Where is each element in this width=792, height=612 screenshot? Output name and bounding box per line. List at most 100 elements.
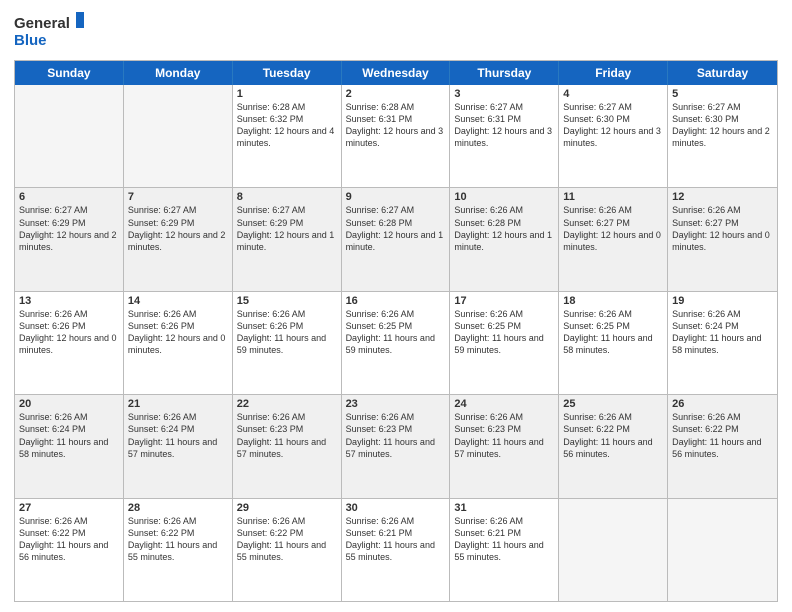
day-number: 21 [128, 398, 228, 410]
day-number: 14 [128, 295, 228, 307]
day-info: Sunrise: 6:27 AM Sunset: 6:30 PM Dayligh… [563, 101, 663, 150]
calendar-header-cell: Wednesday [342, 61, 451, 85]
day-info: Sunrise: 6:27 AM Sunset: 6:28 PM Dayligh… [346, 204, 446, 253]
calendar-cell: 6Sunrise: 6:27 AM Sunset: 6:29 PM Daylig… [15, 188, 124, 290]
calendar-cell: 5Sunrise: 6:27 AM Sunset: 6:30 PM Daylig… [668, 85, 777, 187]
day-info: Sunrise: 6:26 AM Sunset: 6:27 PM Dayligh… [563, 204, 663, 253]
calendar-cell: 18Sunrise: 6:26 AM Sunset: 6:25 PM Dayli… [559, 292, 668, 394]
day-number: 25 [563, 398, 663, 410]
day-info: Sunrise: 6:28 AM Sunset: 6:31 PM Dayligh… [346, 101, 446, 150]
day-number: 6 [19, 191, 119, 203]
day-info: Sunrise: 6:26 AM Sunset: 6:26 PM Dayligh… [237, 308, 337, 357]
day-number: 28 [128, 502, 228, 514]
calendar-cell: 14Sunrise: 6:26 AM Sunset: 6:26 PM Dayli… [124, 292, 233, 394]
calendar-cell: 19Sunrise: 6:26 AM Sunset: 6:24 PM Dayli… [668, 292, 777, 394]
svg-text:General: General [14, 15, 70, 32]
day-number: 8 [237, 191, 337, 203]
day-info: Sunrise: 6:27 AM Sunset: 6:31 PM Dayligh… [454, 101, 554, 150]
calendar-row: 6Sunrise: 6:27 AM Sunset: 6:29 PM Daylig… [15, 187, 777, 290]
calendar-cell [559, 499, 668, 601]
day-number: 7 [128, 191, 228, 203]
day-number: 4 [563, 88, 663, 100]
day-number: 24 [454, 398, 554, 410]
calendar-cell: 30Sunrise: 6:26 AM Sunset: 6:21 PM Dayli… [342, 499, 451, 601]
day-info: Sunrise: 6:26 AM Sunset: 6:25 PM Dayligh… [346, 308, 446, 357]
calendar-body: 1Sunrise: 6:28 AM Sunset: 6:32 PM Daylig… [15, 85, 777, 601]
day-number: 30 [346, 502, 446, 514]
day-number: 29 [237, 502, 337, 514]
day-info: Sunrise: 6:26 AM Sunset: 6:23 PM Dayligh… [346, 411, 446, 460]
calendar-cell: 15Sunrise: 6:26 AM Sunset: 6:26 PM Dayli… [233, 292, 342, 394]
calendar-header-cell: Friday [559, 61, 668, 85]
day-number: 16 [346, 295, 446, 307]
day-number: 31 [454, 502, 554, 514]
day-number: 5 [672, 88, 773, 100]
day-info: Sunrise: 6:26 AM Sunset: 6:24 PM Dayligh… [128, 411, 228, 460]
calendar-cell: 1Sunrise: 6:28 AM Sunset: 6:32 PM Daylig… [233, 85, 342, 187]
day-info: Sunrise: 6:26 AM Sunset: 6:22 PM Dayligh… [672, 411, 773, 460]
day-number: 27 [19, 502, 119, 514]
day-number: 17 [454, 295, 554, 307]
calendar-cell: 21Sunrise: 6:26 AM Sunset: 6:24 PM Dayli… [124, 395, 233, 497]
calendar-cell: 20Sunrise: 6:26 AM Sunset: 6:24 PM Dayli… [15, 395, 124, 497]
calendar-cell: 29Sunrise: 6:26 AM Sunset: 6:22 PM Dayli… [233, 499, 342, 601]
day-info: Sunrise: 6:26 AM Sunset: 6:28 PM Dayligh… [454, 204, 554, 253]
calendar-row: 27 Sunrise: 6:26 AM Sunset: 6:22 PM Dayli… [15, 498, 777, 601]
day-info: Sunrise: 6:27 AM Sunset: 6:29 PM Dayligh… [237, 204, 337, 253]
calendar-cell: 8Sunrise: 6:27 AM Sunset: 6:29 PM Daylig… [233, 188, 342, 290]
day-info: Sunrise: 6:26 AM Sunset: 6:26 PM Dayligh… [19, 308, 119, 357]
calendar-cell: 17Sunrise: 6:26 AM Sunset: 6:25 PM Dayli… [450, 292, 559, 394]
calendar-cell [15, 85, 124, 187]
logo: General Blue [14, 10, 84, 52]
calendar-header-cell: Sunday [15, 61, 124, 85]
day-info: Sunrise: 6:27 AM Sunset: 6:29 PM Dayligh… [19, 204, 119, 253]
day-info: Sunrise: 6:26 AM Sunset: 6:23 PM Dayligh… [454, 411, 554, 460]
day-info: Sunrise: 6:26 AM Sunset: 6:24 PM Dayligh… [19, 411, 119, 460]
calendar-cell: 12Sunrise: 6:26 AM Sunset: 6:27 PM Dayli… [668, 188, 777, 290]
calendar-header-cell: Monday [124, 61, 233, 85]
calendar-cell: 7Sunrise: 6:27 AM Sunset: 6:29 PM Daylig… [124, 188, 233, 290]
day-number: 13 [19, 295, 119, 307]
day-info: Sunrise: 6:26 AM Sunset: 6:22 PM Dayligh… [563, 411, 663, 460]
calendar-cell: 13Sunrise: 6:26 AM Sunset: 6:26 PM Dayli… [15, 292, 124, 394]
day-number: 12 [672, 191, 773, 203]
day-number: 23 [346, 398, 446, 410]
calendar-cell: 25Sunrise: 6:26 AM Sunset: 6:22 PM Dayli… [559, 395, 668, 497]
day-number: 10 [454, 191, 554, 203]
day-number: 20 [19, 398, 119, 410]
day-info: Sunrise: 6:26 AM Sunset: 6:24 PM Dayligh… [672, 308, 773, 357]
calendar-cell: 2Sunrise: 6:28 AM Sunset: 6:31 PM Daylig… [342, 85, 451, 187]
calendar-header-cell: Tuesday [233, 61, 342, 85]
day-number: 2 [346, 88, 446, 100]
calendar-header: SundayMondayTuesdayWednesdayThursdayFrid… [15, 61, 777, 85]
logo-svg: General Blue [14, 10, 84, 52]
calendar-cell: 24Sunrise: 6:26 AM Sunset: 6:23 PM Dayli… [450, 395, 559, 497]
calendar-cell: 23Sunrise: 6:26 AM Sunset: 6:23 PM Dayli… [342, 395, 451, 497]
page: General Blue SundayMondayTuesdayWednesda… [0, 0, 792, 612]
calendar: SundayMondayTuesdayWednesdayThursdayFrid… [14, 60, 778, 602]
calendar-cell: 22Sunrise: 6:26 AM Sunset: 6:23 PM Dayli… [233, 395, 342, 497]
day-info: Sunrise: 6:27 AM Sunset: 6:29 PM Dayligh… [128, 204, 228, 253]
day-number: 9 [346, 191, 446, 203]
calendar-cell: 27Sunrise: 6:26 AM Sunset: 6:22 PM Dayli… [15, 499, 124, 601]
day-number: 15 [237, 295, 337, 307]
calendar-cell: 26Sunrise: 6:26 AM Sunset: 6:22 PM Dayli… [668, 395, 777, 497]
calendar-cell: 10Sunrise: 6:26 AM Sunset: 6:28 PM Dayli… [450, 188, 559, 290]
calendar-header-cell: Saturday [668, 61, 777, 85]
day-number: 3 [454, 88, 554, 100]
calendar-cell: 3Sunrise: 6:27 AM Sunset: 6:31 PM Daylig… [450, 85, 559, 187]
calendar-header-cell: Thursday [450, 61, 559, 85]
calendar-cell [124, 85, 233, 187]
day-info: Sunrise: 6:26 AM Sunset: 6:22 PM Dayligh… [237, 515, 337, 564]
calendar-cell: 31Sunrise: 6:26 AM Sunset: 6:21 PM Dayli… [450, 499, 559, 601]
day-info: Sunrise: 6:27 AM Sunset: 6:30 PM Dayligh… [672, 101, 773, 150]
calendar-row: 1Sunrise: 6:28 AM Sunset: 6:32 PM Daylig… [15, 85, 777, 187]
day-number: 18 [563, 295, 663, 307]
day-number: 1 [237, 88, 337, 100]
header: General Blue [14, 10, 778, 52]
calendar-cell: 28Sunrise: 6:26 AM Sunset: 6:22 PM Dayli… [124, 499, 233, 601]
day-info: Sunrise: 6:28 AM Sunset: 6:32 PM Dayligh… [237, 101, 337, 150]
day-info: Sunrise: 6:26 AM Sunset: 6:27 PM Dayligh… [672, 204, 773, 253]
day-info: Sunrise: 6:26 AM Sunset: 6:26 PM Dayligh… [128, 308, 228, 357]
calendar-cell [668, 499, 777, 601]
